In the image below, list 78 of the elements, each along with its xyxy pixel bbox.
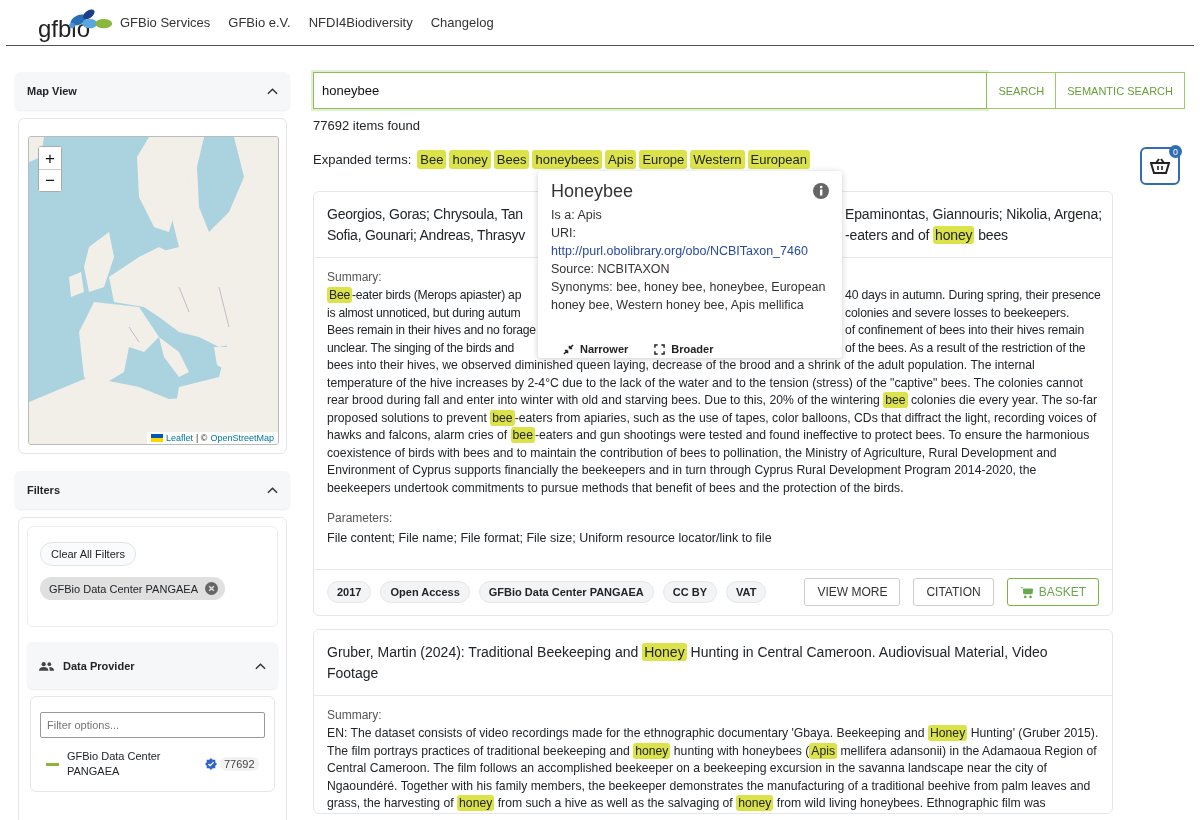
panel-header[interactable]: Map View	[15, 72, 290, 110]
filter-options-field[interactable]: Filter options...	[40, 712, 265, 738]
result-title[interactable]: Epaminontas, Giannouris; Nikolia, Argena;	[845, 204, 1102, 225]
openstreetmap-link[interactable]: OpenStreetMap	[210, 433, 274, 443]
people-icon	[39, 660, 54, 671]
chevron-up-icon[interactable]	[267, 87, 278, 95]
expanded-terms-label: Expanded terms:	[313, 152, 412, 167]
action-button[interactable]: CITATION	[913, 578, 994, 606]
summary-text: Bee -eater birds (Merops apiaster) ap	[327, 287, 523, 305]
action-button[interactable]: VIEW MORE	[804, 578, 901, 606]
info-icon	[813, 183, 829, 199]
results-count: 77692 items found	[313, 118, 421, 133]
parameters-text: File content; File name; File format; File size; Uniform resource locator/link to file	[327, 531, 773, 547]
panel-header[interactable]: Data Provider	[27, 642, 278, 689]
verified-icon	[205, 758, 217, 770]
leaflet-link[interactable]: Leaflet	[165, 433, 193, 443]
narrower-button[interactable]: Narrower	[563, 341, 629, 357]
result-title[interactable]: -eaters and of honey bees	[845, 225, 1008, 246]
summary-text: Bees remain in their hives and no forage	[327, 322, 537, 339]
filter-chip-label: GFBio Data Center PANGAEA	[49, 582, 198, 595]
tooltip-is-a: Is a: Apis	[551, 207, 603, 224]
tag-chip: 2017	[327, 581, 372, 603]
nav-link[interactable]: Changelog	[430, 15, 494, 30]
term-chip[interactable]: honey	[449, 150, 491, 169]
broader-button[interactable]: Broader	[654, 341, 714, 357]
term-chip[interactable]: European	[747, 150, 810, 169]
summary-text: is almost unnoticed, but during autum	[327, 304, 522, 322]
panel-title: Map View	[27, 85, 77, 97]
tooltip-title: Honeybee	[551, 182, 634, 200]
term-chip[interactable]: honeybees	[532, 150, 603, 169]
summary-text: 40 days in autumn. During spring, their presence	[845, 287, 1101, 304]
summary-text: unclear. The singing of the birds and	[327, 339, 515, 357]
expand-icon	[654, 343, 666, 355]
nav-link[interactable]: NFDI4Biodiversity	[308, 15, 413, 30]
nav-link[interactable]: GFBio Services	[120, 15, 211, 30]
parameters-label: Parameters:	[327, 511, 393, 525]
summary-text: bees into their hives, we observed diminished queen laying, decrease of the brood and a shrink of the adult population. The internal temperature of the hive increases by 2-4°C due to the lack of the water and to the tension (stress) of the "captive" bees. The colonies cannot rear brood during fall and enter into winter with old and starving bees. Due to this, 20% of the wintering bee colonies die every year. The so-far proposed solutions to prevent bee -eaters from apiaries, such as the use of tapes, color balloons, CDs that diffract the light, recording voices of hawks and falcons, alarm cries of bee -eaters and gun shootings were tested and found ineffective to protect bees. To ensure the harmonious coexistence of birds with bees and to maintain the contribution of bees to pollination, the Ministry of Agriculture, Rural Development and Environment of Cyprus supports financially the beekeepers and in turn through Cyprus Rural Development Program 2014-2020, the beekeepers undertook commitments to pursue methods that benefit of bees and the protection of the birds.	[327, 357, 1098, 497]
basket-count-badge: 0	[1169, 145, 1182, 158]
nav-link[interactable]: GFBio e.V.	[228, 15, 291, 30]
option-label[interactable]: GFBio Data Center PANGAEA	[67, 749, 187, 779]
tag-chip: GFBio Data Center PANGAEA	[478, 581, 654, 603]
collapse-icon	[563, 343, 574, 355]
tag-chip: CC BY	[662, 581, 718, 603]
term-chip[interactable]: Apis	[605, 150, 637, 169]
summary-text: EN: The dataset consists of video recordings made for the ethnographic documentary 'Gbaya. Beekeeping and Honey Hunting' (Gruber 2015). The film portrays practices of traditional beekeeping and honey hunting with honeybees ( Apis mellifera adansonii) in the Adamaoua Region of Central Cameroon. The film follows an accomplished beekeeper on a beekeeping excursion in the savanna landscape near the city of Ngaoundéré. Together with his family members, the beekeeper demonstrates the manufacturing of a traditional beehive from palm leaves and grass, the harvesting of honey from such a hive as well as the salvaging of honey from wild living honeybees. Ethnographic film was	[327, 725, 1099, 813]
panel-title: Data Provider	[63, 659, 135, 672]
uri-link[interactable]: http://purl.obolibrary.org/obo/NCBITaxon_7460	[551, 242, 829, 260]
summary-text: of the bees. As a result of the restriction of the	[845, 339, 1086, 357]
tooltip-synonyms: Synonyms: bee, honey bee, honeybee, European honey bee, Western honey bee, Apis mellifica	[551, 279, 827, 314]
summary-text: of confinement of bees into their hives remain	[845, 322, 1085, 339]
cart-icon	[1019, 585, 1034, 599]
panel-header[interactable]: Filters	[15, 471, 290, 509]
chevron-up-icon[interactable]	[255, 661, 266, 670]
remove-icon[interactable]	[204, 582, 218, 595]
option-count: 77692	[220, 757, 259, 771]
basket-icon	[1150, 158, 1170, 174]
tooltip-uri-label: URI:	[551, 225, 577, 242]
term-chip[interactable]: Bee	[417, 150, 447, 169]
summary-label: Summary:	[327, 708, 382, 722]
flag-icon	[150, 434, 163, 442]
zoom-out-button[interactable]: −	[39, 169, 61, 191]
panel-title: Filters	[27, 484, 60, 496]
result-title[interactable]: Georgios, Goras; Chrysoula, Tan	[327, 204, 537, 225]
result-title[interactable]: Gruber, Martin (2024): Traditional Beekeeping and Honey Hunting in Central Cameroon. Audiovisual Material, Video Footage	[314, 630, 1112, 696]
attribution-separator: | ©	[195, 433, 208, 443]
chevron-up-icon[interactable]	[267, 486, 278, 494]
clear-filters-button[interactable]: Clear All Filters	[40, 542, 136, 566]
tooltip-source: Source: NCBITAXON	[551, 261, 671, 278]
tag-chip: Open Access	[380, 581, 470, 603]
search-field[interactable]: honeybee	[313, 72, 988, 109]
summary-text: colonies and severe losses to beekeepers.	[845, 304, 1070, 322]
result-title[interactable]: Sofia, Gounari; Andreas, Thrasyv	[327, 225, 537, 246]
term-chip[interactable]: Europe	[639, 150, 688, 169]
tag-chip: VAT	[726, 581, 767, 603]
summary-label: Summary:	[327, 270, 382, 284]
term-chip[interactable]: Western	[690, 150, 745, 169]
term-chip[interactable]: Bees	[493, 150, 530, 169]
basket-button[interactable]: 0	[1140, 147, 1180, 185]
